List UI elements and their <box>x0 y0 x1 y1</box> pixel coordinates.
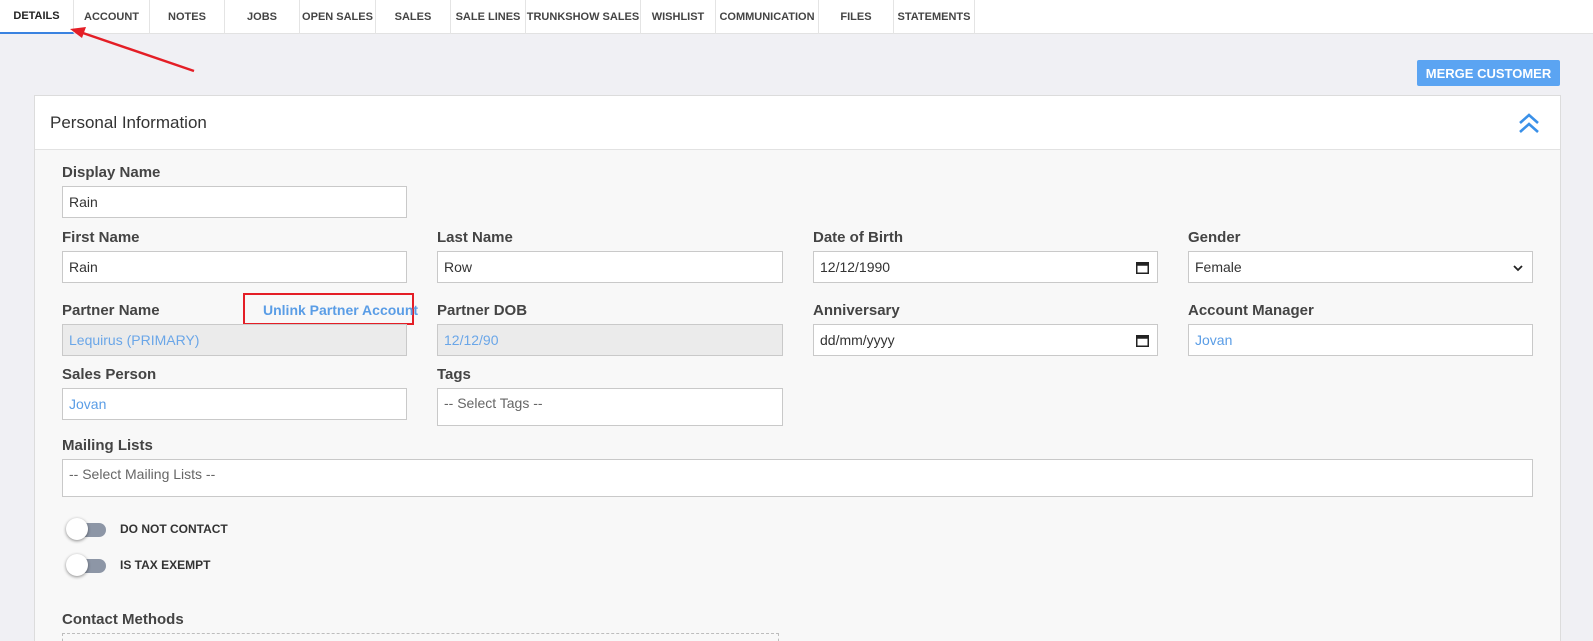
merge-customer-button[interactable]: MERGE CUSTOMER <box>1417 60 1560 86</box>
tax-exempt-label: IS TAX EXEMPT <box>120 558 211 572</box>
dob-input[interactable]: 12/12/1990 <box>813 251 1158 283</box>
tab-account[interactable]: ACCOUNT <box>74 0 150 34</box>
sales-person-input[interactable]: Jovan <box>62 388 407 420</box>
account-manager-input[interactable]: Jovan <box>1188 324 1533 356</box>
tab-jobs[interactable]: JOBS <box>225 0 300 34</box>
tab-bar: DETAILS ACCOUNT NOTES JOBS OPEN SALES SA… <box>0 0 1593 34</box>
unlink-partner-account-link[interactable]: Unlink Partner Account <box>263 302 418 318</box>
panel-header: Personal Information <box>35 96 1560 150</box>
calendar-icon[interactable] <box>1136 261 1149 274</box>
tax-exempt-toggle[interactable] <box>66 554 106 576</box>
partner-name-label: Partner Name <box>62 302 160 319</box>
partner-name-input: Lequirus (PRIMARY) <box>62 324 407 356</box>
mailing-lists-select[interactable]: -- Select Mailing Lists -- <box>62 459 1533 497</box>
tab-trunkshow-sales[interactable]: TRUNKSHOW SALES <box>526 0 641 34</box>
last-name-label: Last Name <box>437 229 513 246</box>
mailing-lists-label: Mailing Lists <box>62 437 153 454</box>
tab-open-sales[interactable]: OPEN SALES <box>300 0 376 34</box>
calendar-icon[interactable] <box>1136 334 1149 347</box>
tab-sale-lines[interactable]: SALE LINES <box>451 0 526 34</box>
partner-dob-input: 12/12/90 <box>437 324 783 356</box>
tab-details[interactable]: DETAILS <box>0 0 74 34</box>
sales-person-label: Sales Person <box>62 366 157 383</box>
tab-sales[interactable]: SALES <box>376 0 451 34</box>
tab-wishlist[interactable]: WISHLIST <box>641 0 716 34</box>
display-name-label: Display Name <box>62 164 161 181</box>
last-name-input[interactable]: Row <box>437 251 783 283</box>
dob-label: Date of Birth <box>813 229 903 246</box>
first-name-label: First Name <box>62 229 140 246</box>
do-not-contact-toggle[interactable] <box>66 518 106 540</box>
do-not-contact-label: DO NOT CONTACT <box>120 522 228 536</box>
tags-select[interactable]: -- Select Tags -- <box>437 388 783 426</box>
gender-value: Female <box>1195 259 1242 275</box>
toggle-knob <box>66 554 88 576</box>
anniversary-label: Anniversary <box>813 302 900 319</box>
anniversary-placeholder: dd/mm/yyyy <box>820 332 895 348</box>
tags-label: Tags <box>437 366 471 383</box>
contact-methods-dropzone[interactable] <box>62 633 779 641</box>
anniversary-input[interactable]: dd/mm/yyyy <box>813 324 1158 356</box>
dob-value: 12/12/1990 <box>820 259 891 275</box>
tab-files[interactable]: FILES <box>819 0 894 34</box>
display-name-input[interactable]: Rain <box>62 186 407 218</box>
personal-information-panel: Personal Information <box>34 95 1561 641</box>
account-manager-label: Account Manager <box>1188 302 1314 319</box>
gender-label: Gender <box>1188 229 1241 246</box>
tab-notes[interactable]: NOTES <box>150 0 225 34</box>
contact-methods-label: Contact Methods <box>62 611 184 628</box>
tab-statements[interactable]: STATEMENTS <box>894 0 975 34</box>
first-name-input[interactable]: Rain <box>62 251 407 283</box>
gender-select[interactable]: Female <box>1188 251 1533 283</box>
tab-communication[interactable]: COMMUNICATION <box>716 0 819 34</box>
collapse-chevron-up-icon[interactable] <box>1516 110 1542 136</box>
toggle-knob <box>66 518 88 540</box>
partner-dob-label: Partner DOB <box>437 302 528 319</box>
chevron-down-icon <box>1513 265 1523 272</box>
panel-title: Personal Information <box>50 113 207 132</box>
